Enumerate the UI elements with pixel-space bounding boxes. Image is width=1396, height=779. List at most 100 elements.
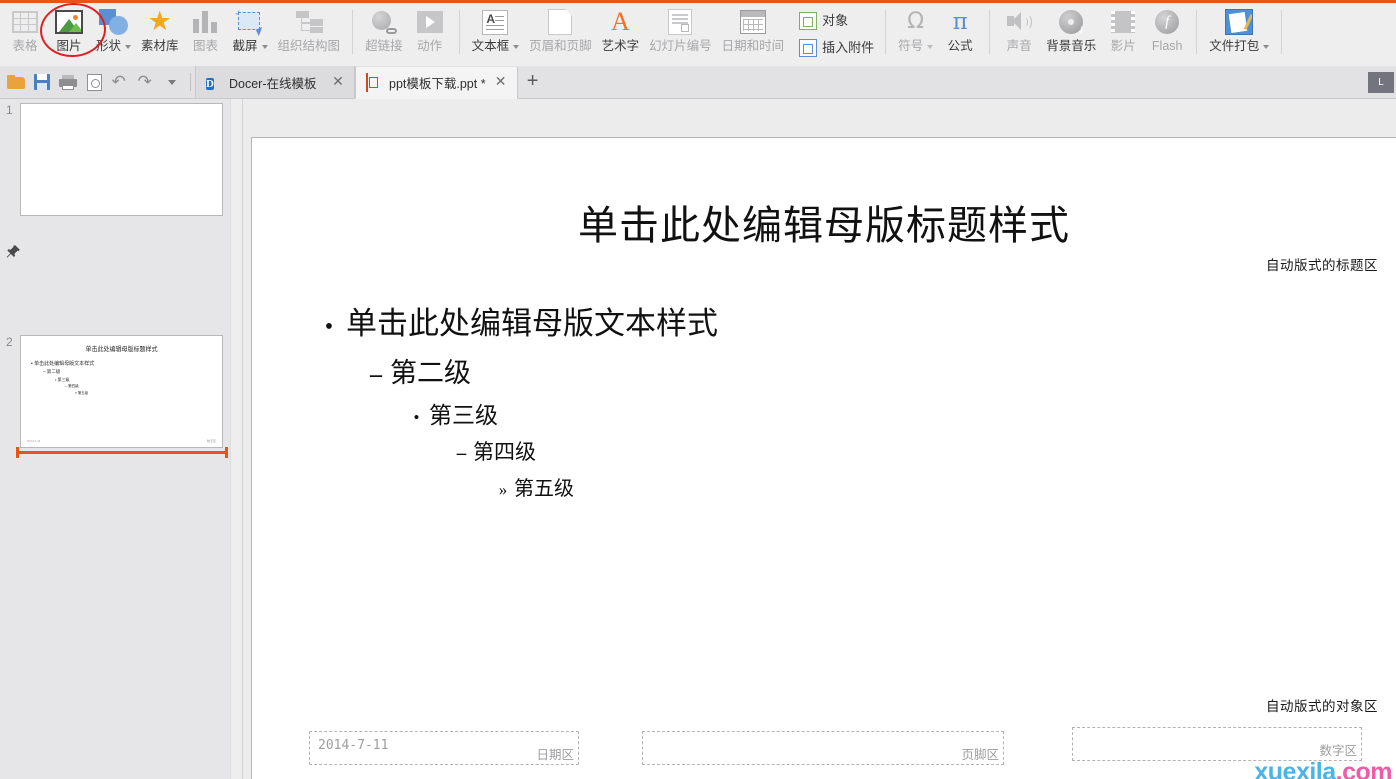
chevron-down-icon[interactable] [1263,45,1270,49]
slide-master-canvas[interactable]: 单击此处编辑母版标题样式 自动版式的标题区 • 单击此处编辑母版文本样式 – 第… [251,137,1396,779]
ribbon-group-package: 文件打包 [1201,3,1277,66]
equation-pi-icon: π [952,9,968,35]
thumb2-line-3: • 第三级 [55,377,70,382]
thumb2-footer-left: 2014-7-11 [27,439,41,443]
chevron-down-icon[interactable] [261,45,268,49]
action-play-icon [416,7,443,37]
tab-close-icon[interactable]: ✕ [330,74,346,90]
shapes-icon [98,7,129,37]
slide-thumbnail-2[interactable]: 单击此处编辑母版标题样式 • 单击此处编辑母版文本样式 – 第二级 • 第三级 … [20,335,223,448]
slide-thumbnail-panel[interactable]: 1 2 单击此处编辑母版标题样式 • 单击此处编辑母版文本样式 – 第二级 • … [0,99,243,779]
tab-docer-online-template[interactable]: D Docer-在线模板 ✕ [195,66,355,98]
ribbon-button-textbox[interactable]: A 文本框 [467,3,525,63]
tab-ppt-template-download[interactable]: ppt模板下载.ppt * ✕ [355,66,518,99]
site-watermark: xuexila.com [1254,758,1392,779]
bullet-level-4: – [456,443,467,464]
pushpin-icon[interactable] [5,244,23,262]
slide-thumbnail-1[interactable] [20,103,223,216]
ribbon-button-picture[interactable]: 图片 [47,3,91,63]
undo-button[interactable]: ↶ [108,70,132,94]
ribbon-group-object: 对象 插入附件 [792,3,881,63]
background-music-icon: ♪ [1059,7,1084,37]
print-icon [59,74,77,90]
ribbon-label-table: 表格 [12,39,38,53]
ribbon-button-hyperlink[interactable]: 超链接 [360,3,408,63]
undo-arrow-icon: ↶ [111,72,126,91]
customize-qat-button[interactable] [160,70,184,94]
slide-editing-area: 单击此处编辑母版标题样式 自动版式的标题区 • 单击此处编辑母版文本样式 – 第… [243,99,1396,779]
body-level-1-text: 单击此处编辑母版文本样式 [346,306,718,341]
ribbon-button-attachment[interactable]: 插入附件 [796,35,877,62]
ribbon-button-date-time[interactable]: 日期和时间 [717,3,790,63]
object-area-note: 自动版式的对象区 [1266,699,1378,715]
ribbon-button-movie[interactable]: 影片 [1101,3,1145,63]
body-level-3[interactable]: • 第三级 [404,396,718,430]
master-body-placeholder[interactable]: • 单击此处编辑母版文本样式 – 第二级 • 第三级 – 第四级 » 第五级 [312,298,718,501]
thumb2-line-5: » 第五级 [75,391,88,395]
ribbon-button-flash[interactable]: f Flash [1145,3,1189,63]
wordart-icon: A [610,7,630,36]
date-placeholder-label: 日期区 [536,747,574,762]
ribbon-separator [989,10,991,54]
save-button[interactable] [30,70,54,94]
body-level-4-text: 第四级 [473,440,536,464]
ribbon-button-screenshot[interactable]: + 截屏 [228,3,273,63]
body-level-4[interactable]: – 第四级 [450,436,718,466]
chart-icon [192,7,219,37]
chevron-down-icon[interactable] [125,45,132,49]
sound-icon [1006,7,1033,37]
ribbon-button-shapes[interactable]: 形状 [91,3,136,63]
ribbon-button-slide-number[interactable]: 幻灯片编号 [644,3,717,63]
slide-number-2: 2 [6,335,13,349]
new-tab-button[interactable]: + [518,66,548,98]
ribbon-button-file-package[interactable]: 文件打包 [1204,3,1274,63]
thumb2-line-2: – 第二级 [43,369,61,374]
ribbon-button-chart[interactable]: 图表 [184,3,228,63]
ribbon-button-org-chart[interactable]: 组织结构图 [273,3,346,63]
footer-placeholder-label: 页脚区 [961,747,999,762]
ribbon-button-equation[interactable]: π 公式 [938,3,982,63]
tab-close-icon[interactable]: ✕ [493,74,509,90]
ribbon-button-sound[interactable]: 声音 [997,3,1041,63]
body-level-5-text: 第五级 [514,478,574,500]
ribbon-button-material-library[interactable]: ★ 素材库 [136,3,184,63]
folder-open-icon [7,75,25,89]
wps-presentation-window: 表格 图片 形状 ★ 素材库 图表 截屏 组织结构图 超链接 动作 A 文本框 … [0,0,1396,779]
body-level-2[interactable]: – 第二级 [362,351,718,390]
header-footer-icon [548,7,573,37]
print-preview-button[interactable] [82,70,106,94]
ribbon-button-symbol[interactable]: Ω 符号 [893,3,938,63]
chevron-down-icon[interactable] [927,45,934,49]
open-button[interactable] [4,70,28,94]
master-title-placeholder[interactable]: 单击此处编辑母版标题样式 [252,193,1396,251]
ribbon-label-material-library: 素材库 [141,39,179,53]
slide-number-placeholder[interactable]: 数字区 [1072,727,1362,761]
bullet-level-1: • [324,314,334,340]
ribbon-label-action: 动作 [417,39,443,53]
ribbon-button-header-footer[interactable]: 页眉和页脚 [524,3,597,63]
chevron-down-icon[interactable] [513,45,520,49]
ribbon-separator [352,10,354,54]
attachment-icon [799,39,818,57]
date-placeholder[interactable]: 2014-7-11 日期区 [309,731,579,765]
movie-film-icon [1111,7,1136,37]
tab-bar-right-button[interactable]: L [1368,71,1394,93]
ribbon-button-table[interactable]: 表格 [3,3,47,63]
ribbon-label-movie: 影片 [1110,39,1136,53]
ribbon-label-background-music: 背景音乐 [1046,39,1097,53]
ribbon-button-wordart[interactable]: A 艺术字 [597,3,645,63]
body-level-5[interactable]: » 第五级 [492,472,718,501]
ribbon-label-textbox: 文本框 [471,39,510,53]
ribbon-button-action[interactable]: 动作 [408,3,452,63]
ribbon-button-object[interactable]: 对象 [796,8,877,35]
redo-button[interactable]: ↷ [134,70,158,94]
ribbon-button-background-music[interactable]: ♪ 背景音乐 [1041,3,1101,63]
flash-icon: f [1155,7,1180,37]
slide-number-1: 1 [6,103,13,117]
ribbon-separator [458,10,460,54]
body-level-1[interactable]: • 单击此处编辑母版文本样式 [312,298,718,343]
footer-placeholder[interactable]: 页脚区 [642,731,1004,765]
print-button[interactable] [56,70,80,94]
save-icon [34,74,50,90]
slide-panel-scrollbar[interactable] [230,99,242,779]
